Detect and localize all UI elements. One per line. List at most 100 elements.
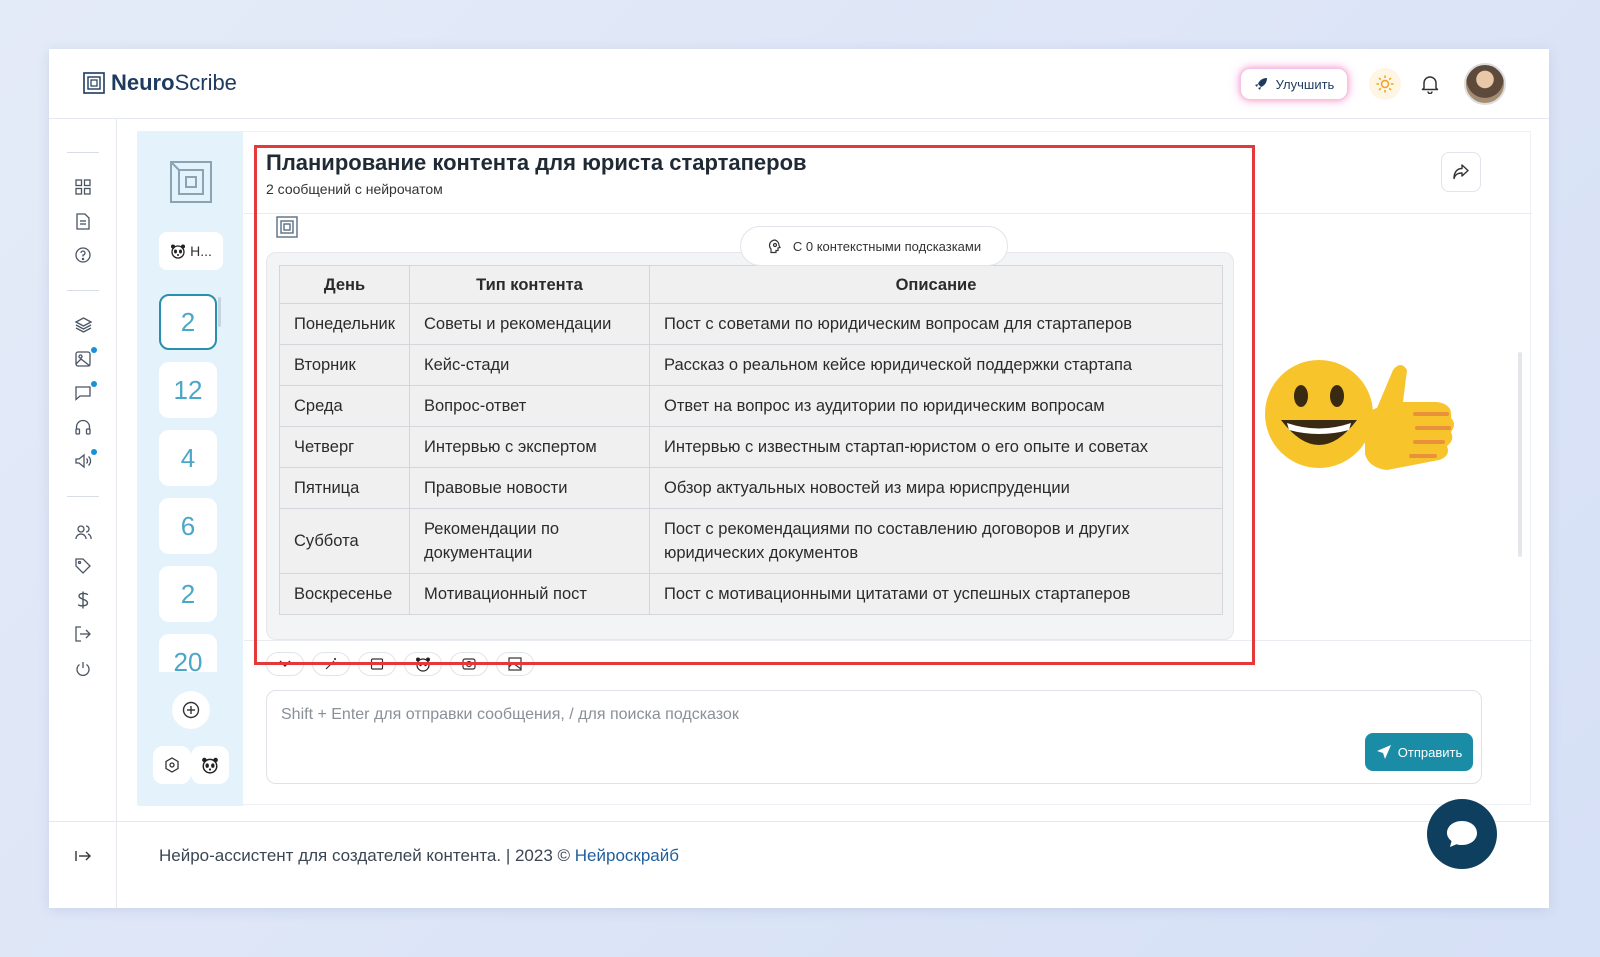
notification-dot bbox=[91, 381, 97, 387]
nav-help[interactable] bbox=[69, 241, 97, 269]
media-button[interactable] bbox=[450, 652, 488, 676]
table-cell-type: Мотивационный пост bbox=[409, 573, 650, 615]
table-row: Понедельник Советы и рекомендации Пост с… bbox=[279, 303, 1223, 345]
table-header-row: День Тип контента Описание bbox=[279, 265, 1223, 304]
table-cell-description: Пост с советами по юридическим вопросам … bbox=[649, 303, 1223, 345]
new-chat-button[interactable] bbox=[172, 691, 210, 729]
copy-button[interactable] bbox=[358, 652, 396, 676]
table-row: Четверг Интервью с экспертом Интервью с … bbox=[279, 426, 1223, 468]
image-icon bbox=[75, 351, 91, 367]
logo-text-bold: Neuro bbox=[111, 70, 175, 95]
collapse-button[interactable] bbox=[266, 652, 304, 676]
send-icon bbox=[1376, 745, 1391, 759]
sun-icon bbox=[1376, 75, 1394, 93]
panda-icon bbox=[171, 244, 186, 259]
message-input[interactable] bbox=[281, 703, 1281, 727]
notifications-button[interactable] bbox=[1415, 69, 1445, 99]
upgrade-button[interactable]: Улучшить bbox=[1240, 68, 1348, 100]
image-button[interactable] bbox=[496, 652, 534, 676]
hexagon-icon bbox=[165, 757, 179, 773]
grid-icon bbox=[75, 179, 91, 195]
table-cell-day: Понедельник bbox=[279, 303, 410, 345]
assistant-chip-label: Н... bbox=[190, 243, 212, 259]
table-cell-day: Суббота bbox=[279, 508, 410, 574]
nav-layers[interactable] bbox=[69, 311, 97, 339]
table-cell-day: Четверг bbox=[279, 426, 410, 468]
chat-list-scrollbar[interactable] bbox=[218, 297, 221, 327]
image-icon bbox=[508, 657, 522, 671]
tag-icon bbox=[75, 558, 91, 574]
table-cell-day: Среда bbox=[279, 385, 410, 427]
table-cell-description: Пост с мотивационными цитатами от успешн… bbox=[649, 573, 1223, 615]
app-logo[interactable]: NeuroScribe bbox=[83, 70, 237, 96]
nav-users[interactable] bbox=[69, 518, 97, 546]
share-button[interactable] bbox=[1441, 152, 1481, 192]
logo-icon bbox=[170, 161, 212, 203]
table-header: День bbox=[279, 265, 410, 304]
upgrade-label: Улучшить bbox=[1275, 76, 1335, 92]
side-navigation bbox=[49, 119, 117, 908]
headphones-icon bbox=[75, 419, 91, 435]
chat-count-item[interactable]: 6 bbox=[159, 498, 217, 554]
brain-icon bbox=[768, 239, 781, 254]
nav-chat[interactable] bbox=[69, 379, 97, 407]
support-chat-button[interactable] bbox=[1427, 799, 1497, 869]
settings-button[interactable] bbox=[153, 746, 191, 784]
table-row: Среда Вопрос-ответ Ответ на вопрос из ау… bbox=[279, 385, 1223, 427]
assistant-button[interactable] bbox=[191, 746, 229, 784]
theme-toggle[interactable] bbox=[1369, 68, 1401, 100]
layers-icon bbox=[74, 317, 92, 333]
nav-billing[interactable] bbox=[69, 586, 97, 614]
logout-icon bbox=[75, 626, 91, 642]
send-button[interactable]: Отправить bbox=[1365, 733, 1473, 771]
context-hints-label: С 0 контекстными подсказками bbox=[792, 238, 982, 254]
magic-button[interactable] bbox=[312, 652, 350, 676]
chat-count-item[interactable]: 20 bbox=[159, 634, 217, 672]
nav-divider bbox=[67, 496, 99, 497]
chat-title: Планирование контента для юриста стартап… bbox=[266, 150, 807, 175]
footer-text: Нейро-ассистент для создателей контента.… bbox=[159, 846, 575, 865]
table-cell-type: Советы и рекомендации bbox=[409, 303, 650, 345]
expand-sidebar-button[interactable] bbox=[69, 842, 97, 870]
nav-logout[interactable] bbox=[69, 620, 97, 648]
chat-count-item[interactable]: 4 bbox=[159, 430, 217, 486]
camera-icon bbox=[462, 658, 476, 670]
rocket-icon bbox=[1254, 78, 1267, 90]
top-header: NeuroScribe Улучшить bbox=[49, 49, 1549, 119]
chat-count-item[interactable]: 12 bbox=[159, 362, 217, 418]
message-input-box: Отправить bbox=[266, 690, 1482, 784]
chat-scrollbar[interactable] bbox=[1518, 352, 1522, 557]
table-cell-type: Интервью с экспертом bbox=[409, 426, 650, 468]
magic-wand-icon bbox=[325, 658, 338, 670]
footer-link[interactable]: Нейроскрайб bbox=[575, 846, 679, 865]
table-cell-description: Ответ на вопрос из аудитории по юридичес… bbox=[649, 385, 1223, 427]
table-cell-type: Рекомендации по документации bbox=[409, 508, 650, 574]
user-avatar[interactable] bbox=[1464, 63, 1506, 105]
chat-count-item[interactable]: 2 bbox=[159, 566, 217, 622]
table-row: Воскресенье Мотивационный пост Пост с мо… bbox=[279, 573, 1223, 615]
chat-count-list: 2 12 4 6 2 20 bbox=[138, 282, 243, 672]
table-header: Тип контента bbox=[409, 265, 650, 304]
chat-count-item[interactable]: 2 bbox=[159, 294, 217, 350]
context-hints-badge[interactable]: С 0 контекстными подсказками bbox=[740, 226, 1008, 266]
nav-documents[interactable] bbox=[69, 207, 97, 235]
table-cell-day: Вторник bbox=[279, 344, 410, 386]
message-bubble: День Тип контента Описание Понедельник С… bbox=[266, 252, 1234, 640]
assistant-action-button[interactable] bbox=[404, 652, 442, 676]
table-row: Вторник Кейс-стади Рассказ о реальном ке… bbox=[279, 344, 1223, 386]
nav-power[interactable] bbox=[69, 655, 97, 683]
table-cell-description: Пост с рекомендациями по составлению дог… bbox=[649, 508, 1223, 574]
assistant-chip[interactable]: Н... bbox=[159, 232, 223, 270]
table-cell-description: Рассказ о реальном кейсе юридической под… bbox=[649, 344, 1223, 386]
nav-voice[interactable] bbox=[69, 447, 97, 475]
chat-icon bbox=[75, 386, 91, 401]
nav-images[interactable] bbox=[69, 345, 97, 373]
nav-dashboard[interactable] bbox=[69, 173, 97, 201]
dollar-icon bbox=[77, 591, 89, 609]
bell-icon bbox=[1421, 76, 1439, 94]
arrow-right-icon bbox=[75, 851, 91, 861]
document-icon bbox=[76, 212, 90, 230]
nav-audio[interactable] bbox=[69, 413, 97, 441]
nav-tags[interactable] bbox=[69, 552, 97, 580]
table-cell-description: Обзор актуальных новостей из мира юриспр… bbox=[649, 467, 1223, 509]
